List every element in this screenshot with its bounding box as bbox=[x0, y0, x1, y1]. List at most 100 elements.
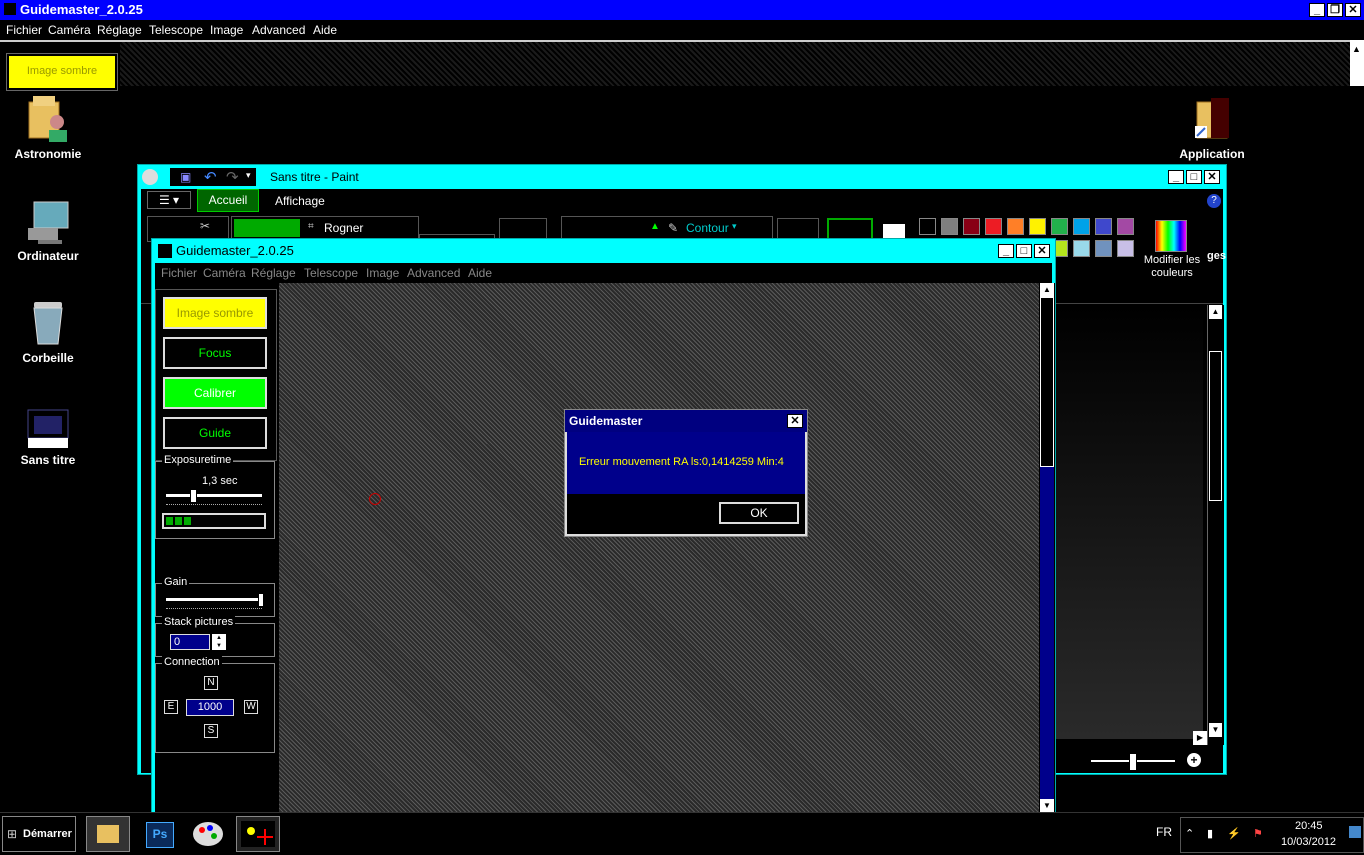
menu-telescope[interactable]: Telescope bbox=[149, 23, 203, 37]
menu-aide[interactable]: Aide bbox=[313, 23, 337, 37]
clock-time[interactable]: 20:45 bbox=[1295, 820, 1323, 832]
gm-menu-telescope[interactable]: Telescope bbox=[304, 266, 358, 280]
menu-fichier[interactable]: Fichier bbox=[6, 23, 42, 37]
gm-title-bar[interactable]: Guidemaster_2.0.25 _ □ ✕ bbox=[152, 239, 1055, 263]
stack-up-icon[interactable]: ▲ bbox=[212, 634, 226, 642]
language-indicator[interactable]: FR bbox=[1156, 825, 1172, 839]
redo-icon[interactable]: ↷ bbox=[226, 168, 239, 186]
guide-button[interactable]: Guide bbox=[163, 417, 267, 449]
color-swatch[interactable] bbox=[963, 218, 980, 235]
gm-minimize-button[interactable]: _ bbox=[998, 244, 1014, 258]
modifier-couleurs-button[interactable]: Modifier les couleurs bbox=[1139, 254, 1205, 280]
paint-close-button[interactable]: ✕ bbox=[1204, 170, 1220, 184]
gm-scroll-track[interactable] bbox=[1040, 467, 1054, 799]
desktop-icon-application[interactable]: Application bbox=[1172, 94, 1252, 161]
gm-scroll-down-icon[interactable]: ▼ bbox=[1040, 799, 1054, 813]
color-swatch[interactable] bbox=[941, 218, 958, 235]
close-button[interactable]: ✕ bbox=[1345, 3, 1361, 17]
dialog-title-bar[interactable]: Guidemaster ✕ bbox=[565, 410, 807, 432]
action-center-icon[interactable]: ⚑ bbox=[1253, 827, 1263, 840]
start-button[interactable]: ⊞ Démarrer bbox=[2, 816, 76, 852]
color-swatch[interactable] bbox=[1029, 218, 1046, 235]
gm-menu-advanced[interactable]: Advanced bbox=[407, 266, 460, 280]
customize-dropdown-icon[interactable]: ▾ bbox=[246, 170, 251, 181]
gm-scroll-thumb[interactable] bbox=[1040, 297, 1054, 467]
paint-scroll-down-icon[interactable]: ▼ bbox=[1209, 723, 1222, 737]
undo-icon[interactable]: ↶ bbox=[204, 168, 217, 186]
camera-image-view[interactable] bbox=[279, 283, 1039, 813]
outer-vscrollbar[interactable]: ▲ bbox=[1350, 40, 1364, 86]
color-swatch[interactable] bbox=[1095, 240, 1112, 257]
zoom-in-icon[interactable]: + bbox=[1187, 753, 1201, 767]
show-hidden-icons[interactable]: ⌃ bbox=[1185, 827, 1194, 840]
gm-scroll-up-icon[interactable]: ▲ bbox=[1040, 283, 1054, 297]
gm-close-button[interactable]: ✕ bbox=[1034, 244, 1050, 258]
gm-menu-fichier[interactable]: Fichier bbox=[161, 266, 197, 280]
east-button[interactable]: E bbox=[164, 700, 178, 714]
gm-menu-image[interactable]: Image bbox=[366, 266, 399, 280]
desktop-icon-corbeille[interactable]: Corbeille bbox=[8, 300, 88, 365]
network-icon[interactable]: ⚡ bbox=[1227, 827, 1241, 840]
gm-vscrollbar[interactable]: ▲ ▼ bbox=[1039, 283, 1055, 813]
paint-scroll-right-icon[interactable]: ▶ bbox=[1193, 731, 1207, 745]
rogner-button[interactable]: Rogner bbox=[324, 221, 363, 235]
zoom-slider-thumb[interactable] bbox=[1129, 753, 1137, 771]
taskbar-photoshop[interactable]: Ps bbox=[140, 816, 180, 852]
gain-slider-thumb[interactable] bbox=[258, 593, 264, 607]
paint-minimize-button[interactable]: _ bbox=[1168, 170, 1184, 184]
south-button[interactable]: S bbox=[204, 724, 218, 738]
battery-icon[interactable]: ▮ bbox=[1207, 827, 1213, 840]
color-swatch[interactable] bbox=[1073, 240, 1090, 257]
minimize-button[interactable]: _ bbox=[1309, 3, 1325, 17]
clock-date[interactable]: 10/03/2012 bbox=[1281, 836, 1336, 848]
stack-down-icon[interactable]: ▼ bbox=[212, 642, 226, 650]
desktop-icon-sans-titre[interactable]: Sans titre bbox=[8, 408, 88, 467]
image-sombre-tab[interactable]: Image sombre bbox=[6, 53, 118, 91]
menu-advanced[interactable]: Advanced bbox=[252, 23, 305, 37]
color-swatch[interactable] bbox=[1051, 218, 1068, 235]
crop-icon[interactable]: ⌗ bbox=[308, 221, 314, 232]
taskbar-explorer[interactable] bbox=[86, 816, 130, 852]
select-button[interactable] bbox=[234, 219, 300, 237]
connection-value-input[interactable]: 1000 bbox=[186, 699, 234, 716]
paint-vscrollbar[interactable]: ▲ ▼ bbox=[1207, 305, 1224, 745]
color-swatch[interactable] bbox=[919, 218, 936, 235]
color-swatch[interactable] bbox=[1073, 218, 1090, 235]
taskbar-guidemaster[interactable] bbox=[236, 816, 280, 852]
help-icon[interactable]: ? bbox=[1207, 194, 1221, 208]
gm-menu-camera[interactable]: Caméra bbox=[203, 266, 246, 280]
west-button[interactable]: W bbox=[244, 700, 258, 714]
color-swatch[interactable] bbox=[1117, 240, 1134, 257]
dialog-close-button[interactable]: ✕ bbox=[787, 414, 803, 428]
gm-menu-reglage[interactable]: Réglage bbox=[251, 266, 296, 280]
scroll-up-icon[interactable]: ▲ bbox=[1352, 44, 1361, 54]
color-swatch[interactable] bbox=[1117, 218, 1134, 235]
desktop-icon-ordinateur[interactable]: Ordinateur bbox=[8, 198, 88, 263]
focus-button[interactable]: Focus bbox=[163, 337, 267, 369]
menu-image[interactable]: Image bbox=[210, 23, 243, 37]
paint-scroll-up-icon[interactable]: ▲ bbox=[1209, 305, 1222, 319]
edit-colors-icon[interactable] bbox=[1155, 220, 1187, 252]
shapes-scroll-icon[interactable]: ▲ bbox=[650, 221, 660, 232]
paint-scroll-thumb[interactable] bbox=[1209, 351, 1222, 501]
color-swatch[interactable] bbox=[1095, 218, 1112, 235]
tab-affichage[interactable]: Affichage bbox=[275, 194, 325, 208]
gm-menu-aide[interactable]: Aide bbox=[468, 266, 492, 280]
gm-maximize-button[interactable]: □ bbox=[1016, 244, 1032, 258]
paint-canvas-area[interactable] bbox=[1041, 305, 1203, 739]
menu-camera[interactable]: Caméra bbox=[48, 23, 91, 37]
contour-dropdown[interactable]: Contour bbox=[686, 221, 729, 235]
scissors-icon[interactable]: ✂ bbox=[200, 219, 210, 233]
maximize-button[interactable]: ❐ bbox=[1327, 3, 1343, 17]
paint-title-bar[interactable]: ▣ ↶ ↷ ▾ Sans titre - Paint _ □ ✕ bbox=[138, 165, 1226, 189]
tab-accueil[interactable]: Accueil bbox=[197, 189, 259, 212]
menu-reglage[interactable]: Réglage bbox=[97, 23, 142, 37]
color-swatch[interactable] bbox=[1007, 218, 1024, 235]
show-desktop-button[interactable] bbox=[1349, 826, 1361, 838]
taskbar-paint[interactable] bbox=[186, 816, 230, 852]
dialog-ok-button[interactable]: OK bbox=[719, 502, 799, 524]
calibrer-button[interactable]: Calibrer bbox=[163, 377, 267, 409]
exposure-slider-thumb[interactable] bbox=[190, 489, 197, 503]
north-button[interactable]: N bbox=[204, 676, 218, 690]
paint-file-menu-button[interactable]: ☰ ▾ bbox=[147, 191, 191, 209]
